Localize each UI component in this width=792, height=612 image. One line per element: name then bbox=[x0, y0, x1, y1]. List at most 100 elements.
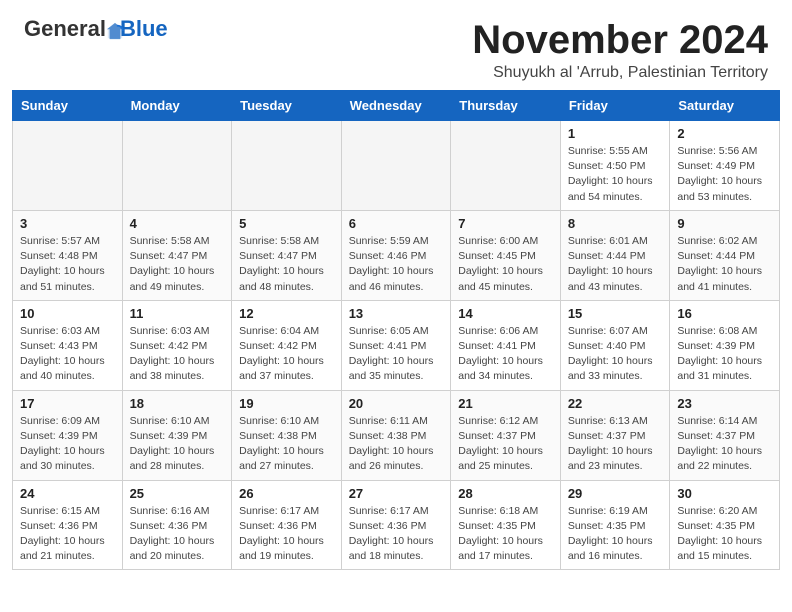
column-header-wednesday: Wednesday bbox=[341, 91, 451, 121]
day-number: 19 bbox=[239, 396, 334, 411]
day-info: Sunrise: 6:02 AMSunset: 4:44 PMDaylight:… bbox=[677, 234, 772, 295]
calendar-cell: 17 Sunrise: 6:09 AMSunset: 4:39 PMDayligh… bbox=[13, 390, 123, 480]
column-header-saturday: Saturday bbox=[670, 91, 780, 121]
day-number: 30 bbox=[677, 486, 772, 501]
calendar-cell: 2 Sunrise: 5:56 AMSunset: 4:49 PMDaylight… bbox=[670, 121, 780, 211]
logo: General Blue bbox=[24, 18, 168, 40]
day-info: Sunrise: 6:00 AMSunset: 4:45 PMDaylight:… bbox=[458, 234, 553, 295]
day-info: Sunrise: 5:56 AMSunset: 4:49 PMDaylight:… bbox=[677, 144, 772, 205]
calendar-cell: 16Sunrise: 6:08 AMSunset: 4:39 PMDayligh… bbox=[670, 300, 780, 390]
calendar-cell: 18 Sunrise: 6:10 AMSunset: 4:39 PMDayligh… bbox=[122, 390, 232, 480]
day-info: Sunrise: 5:58 AMSunset: 4:47 PMDaylight:… bbox=[239, 234, 334, 295]
day-info: Sunrise: 6:06 AMSunset: 4:41 PMDaylight:… bbox=[458, 324, 553, 385]
day-info: Sunrise: 6:16 AMSunset: 4:36 PMDaylight:… bbox=[130, 504, 225, 565]
day-info: Sunrise: 6:07 AMSunset: 4:40 PMDaylight:… bbox=[568, 324, 663, 385]
day-number: 23 bbox=[677, 396, 772, 411]
day-info: Sunrise: 5:58 AMSunset: 4:47 PMDaylight:… bbox=[130, 234, 225, 295]
day-number: 29 bbox=[568, 486, 663, 501]
day-info: Sunrise: 6:17 AMSunset: 4:36 PMDaylight:… bbox=[349, 504, 444, 565]
calendar-cell: 21 Sunrise: 6:12 AMSunset: 4:37 PMDayligh… bbox=[451, 390, 561, 480]
day-info: Sunrise: 6:01 AMSunset: 4:44 PMDaylight:… bbox=[568, 234, 663, 295]
day-number: 6 bbox=[349, 216, 444, 231]
day-number: 2 bbox=[677, 126, 772, 141]
day-info: Sunrise: 5:59 AMSunset: 4:46 PMDaylight:… bbox=[349, 234, 444, 295]
calendar-cell: 8 Sunrise: 6:01 AMSunset: 4:44 PMDaylight… bbox=[560, 210, 670, 300]
day-info: Sunrise: 6:19 AMSunset: 4:35 PMDaylight:… bbox=[568, 504, 663, 565]
calendar-wrapper: SundayMondayTuesdayWednesdayThursdayFrid… bbox=[0, 90, 792, 580]
calendar-cell: 13 Sunrise: 6:05 AMSunset: 4:41 PMDayligh… bbox=[341, 300, 451, 390]
day-number: 13 bbox=[349, 306, 444, 321]
day-number: 27 bbox=[349, 486, 444, 501]
day-info: Sunrise: 6:11 AMSunset: 4:38 PMDaylight:… bbox=[349, 414, 444, 475]
day-number: 1 bbox=[568, 126, 663, 141]
day-number: 26 bbox=[239, 486, 334, 501]
day-number: 11 bbox=[130, 306, 225, 321]
calendar-week-row: 10 Sunrise: 6:03 AMSunset: 4:43 PMDayligh… bbox=[13, 300, 780, 390]
day-info: Sunrise: 6:05 AMSunset: 4:41 PMDaylight:… bbox=[349, 324, 444, 385]
calendar-cell: 6 Sunrise: 5:59 AMSunset: 4:46 PMDaylight… bbox=[341, 210, 451, 300]
calendar-cell: 22Sunrise: 6:13 AMSunset: 4:37 PMDayligh… bbox=[560, 390, 670, 480]
day-number: 22 bbox=[568, 396, 663, 411]
day-info: Sunrise: 6:08 AMSunset: 4:39 PMDaylight:… bbox=[677, 324, 772, 385]
calendar-cell: 29 Sunrise: 6:19 AMSunset: 4:35 PMDayligh… bbox=[560, 480, 670, 570]
calendar-cell: 30 Sunrise: 6:20 AMSunset: 4:35 PMDayligh… bbox=[670, 480, 780, 570]
day-number: 4 bbox=[130, 216, 225, 231]
column-header-monday: Monday bbox=[122, 91, 232, 121]
calendar-week-row: 1 Sunrise: 5:55 AMSunset: 4:50 PMDaylight… bbox=[13, 121, 780, 211]
calendar-cell: 12 Sunrise: 6:04 AMSunset: 4:42 PMDayligh… bbox=[232, 300, 342, 390]
day-info: Sunrise: 6:09 AMSunset: 4:39 PMDaylight:… bbox=[20, 414, 115, 475]
day-info: Sunrise: 6:04 AMSunset: 4:42 PMDaylight:… bbox=[239, 324, 334, 385]
calendar-cell bbox=[232, 121, 342, 211]
day-number: 21 bbox=[458, 396, 553, 411]
month-title: November 2024 bbox=[472, 18, 768, 62]
calendar-cell: 4 Sunrise: 5:58 AMSunset: 4:47 PMDaylight… bbox=[122, 210, 232, 300]
calendar-cell: 27 Sunrise: 6:17 AMSunset: 4:36 PMDayligh… bbox=[341, 480, 451, 570]
day-number: 18 bbox=[130, 396, 225, 411]
day-info: Sunrise: 5:57 AMSunset: 4:48 PMDaylight:… bbox=[20, 234, 115, 295]
calendar-cell: 28Sunrise: 6:18 AMSunset: 4:35 PMDayligh… bbox=[451, 480, 561, 570]
calendar-cell: 3 Sunrise: 5:57 AMSunset: 4:48 PMDaylight… bbox=[13, 210, 123, 300]
calendar-cell: 15Sunrise: 6:07 AMSunset: 4:40 PMDayligh… bbox=[560, 300, 670, 390]
logo-general-text: General bbox=[24, 18, 106, 40]
day-info: Sunrise: 5:55 AMSunset: 4:50 PMDaylight:… bbox=[568, 144, 663, 205]
day-info: Sunrise: 6:03 AMSunset: 4:42 PMDaylight:… bbox=[130, 324, 225, 385]
day-info: Sunrise: 6:10 AMSunset: 4:39 PMDaylight:… bbox=[130, 414, 225, 475]
calendar-cell: 25 Sunrise: 6:16 AMSunset: 4:36 PMDayligh… bbox=[122, 480, 232, 570]
calendar-cell: 7 Sunrise: 6:00 AMSunset: 4:45 PMDaylight… bbox=[451, 210, 561, 300]
day-info: Sunrise: 6:03 AMSunset: 4:43 PMDaylight:… bbox=[20, 324, 115, 385]
day-number: 24 bbox=[20, 486, 115, 501]
calendar-cell: 26 Sunrise: 6:17 AMSunset: 4:36 PMDayligh… bbox=[232, 480, 342, 570]
day-info: Sunrise: 6:15 AMSunset: 4:36 PMDaylight:… bbox=[20, 504, 115, 565]
calendar-cell bbox=[341, 121, 451, 211]
day-number: 8 bbox=[568, 216, 663, 231]
day-number: 25 bbox=[130, 486, 225, 501]
day-number: 12 bbox=[239, 306, 334, 321]
logo-icon bbox=[106, 22, 120, 36]
calendar-cell bbox=[13, 121, 123, 211]
column-header-thursday: Thursday bbox=[451, 91, 561, 121]
day-number: 9 bbox=[677, 216, 772, 231]
day-info: Sunrise: 6:10 AMSunset: 4:38 PMDaylight:… bbox=[239, 414, 334, 475]
calendar-cell bbox=[451, 121, 561, 211]
calendar-table: SundayMondayTuesdayWednesdayThursdayFrid… bbox=[12, 90, 780, 570]
day-info: Sunrise: 6:20 AMSunset: 4:35 PMDaylight:… bbox=[677, 504, 772, 565]
calendar-cell: 11 Sunrise: 6:03 AMSunset: 4:42 PMDayligh… bbox=[122, 300, 232, 390]
day-info: Sunrise: 6:14 AMSunset: 4:37 PMDaylight:… bbox=[677, 414, 772, 475]
logo-blue-text: Blue bbox=[120, 18, 168, 40]
calendar-week-row: 17 Sunrise: 6:09 AMSunset: 4:39 PMDayligh… bbox=[13, 390, 780, 480]
day-number: 17 bbox=[20, 396, 115, 411]
day-number: 5 bbox=[239, 216, 334, 231]
page-header: General Blue November 2024 Shuyukh al 'A… bbox=[0, 0, 792, 90]
day-number: 10 bbox=[20, 306, 115, 321]
day-info: Sunrise: 6:17 AMSunset: 4:36 PMDaylight:… bbox=[239, 504, 334, 565]
calendar-cell: 10 Sunrise: 6:03 AMSunset: 4:43 PMDayligh… bbox=[13, 300, 123, 390]
day-number: 3 bbox=[20, 216, 115, 231]
day-number: 14 bbox=[458, 306, 553, 321]
calendar-cell: 9 Sunrise: 6:02 AMSunset: 4:44 PMDaylight… bbox=[670, 210, 780, 300]
title-section: November 2024 Shuyukh al 'Arrub, Palesti… bbox=[472, 18, 768, 82]
day-number: 7 bbox=[458, 216, 553, 231]
day-info: Sunrise: 6:12 AMSunset: 4:37 PMDaylight:… bbox=[458, 414, 553, 475]
calendar-cell: 19 Sunrise: 6:10 AMSunset: 4:38 PMDayligh… bbox=[232, 390, 342, 480]
calendar-week-row: 24 Sunrise: 6:15 AMSunset: 4:36 PMDayligh… bbox=[13, 480, 780, 570]
day-number: 28 bbox=[458, 486, 553, 501]
